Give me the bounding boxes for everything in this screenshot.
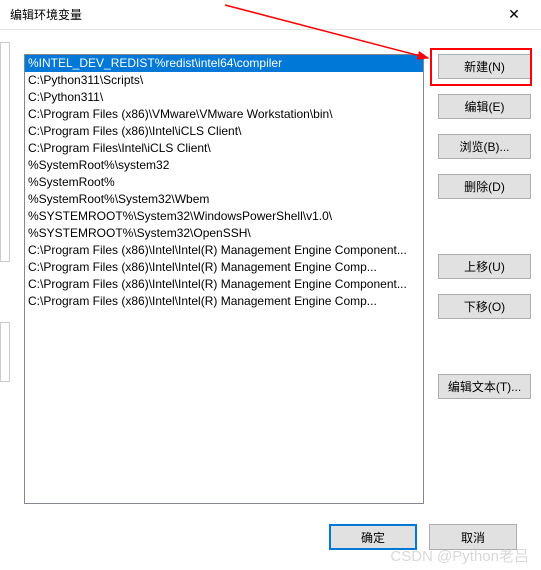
move-up-button[interactable]: 上移(U) [438, 254, 531, 279]
list-item[interactable]: C:\Program Files (x86)\Intel\iCLS Client… [25, 123, 423, 140]
titlebar: 编辑环境变量 ✕ [0, 0, 541, 30]
list-item[interactable]: C:\Program Files (x86)\Intel\Intel(R) Ma… [25, 293, 423, 310]
list-item[interactable]: %INTEL_DEV_REDIST%redist\intel64\compile… [25, 55, 423, 72]
browse-button[interactable]: 浏览(B)... [438, 134, 531, 159]
close-button[interactable]: ✕ [497, 1, 531, 29]
path-listbox[interactable]: %INTEL_DEV_REDIST%redist\intel64\compile… [24, 54, 424, 504]
new-button[interactable]: 新建(N) [438, 54, 531, 79]
list-item[interactable]: C:\Program Files (x86)\Intel\Intel(R) Ma… [25, 242, 423, 259]
ok-button[interactable]: 确定 [329, 524, 417, 550]
edit-button[interactable]: 编辑(E) [438, 94, 531, 119]
window-title: 编辑环境变量 [10, 6, 82, 23]
list-item[interactable]: C:\Program Files (x86)\Intel\Intel(R) Ma… [25, 259, 423, 276]
list-item[interactable]: C:\Python311\Scripts\ [25, 72, 423, 89]
edit-text-button[interactable]: 编辑文本(T)... [438, 374, 531, 399]
close-icon: ✕ [508, 6, 520, 23]
dialog-buttons: 确定 取消 [329, 524, 517, 550]
list-item[interactable]: %SystemRoot%\System32\Wbem [25, 191, 423, 208]
move-down-button[interactable]: 下移(O) [438, 294, 531, 319]
list-item[interactable]: %SYSTEMROOT%\System32\OpenSSH\ [25, 225, 423, 242]
list-item[interactable]: C:\Python311\ [25, 89, 423, 106]
dialog-content: %INTEL_DEV_REDIST%redist\intel64\compile… [0, 30, 541, 570]
list-item[interactable]: %SystemRoot% [25, 174, 423, 191]
list-item[interactable]: %SYSTEMROOT%\System32\WindowsPowerShell\… [25, 208, 423, 225]
list-item[interactable]: C:\Program Files (x86)\VMware\VMware Wor… [25, 106, 423, 123]
delete-button[interactable]: 删除(D) [438, 174, 531, 199]
list-item[interactable]: %SystemRoot%\system32 [25, 157, 423, 174]
list-item[interactable]: C:\Program Files\Intel\iCLS Client\ [25, 140, 423, 157]
button-column: 新建(N) 编辑(E) 浏览(B)... 删除(D) 上移(U) 下移(O) 编… [438, 54, 531, 399]
cancel-button[interactable]: 取消 [429, 524, 517, 550]
list-item[interactable]: C:\Program Files (x86)\Intel\Intel(R) Ma… [25, 276, 423, 293]
